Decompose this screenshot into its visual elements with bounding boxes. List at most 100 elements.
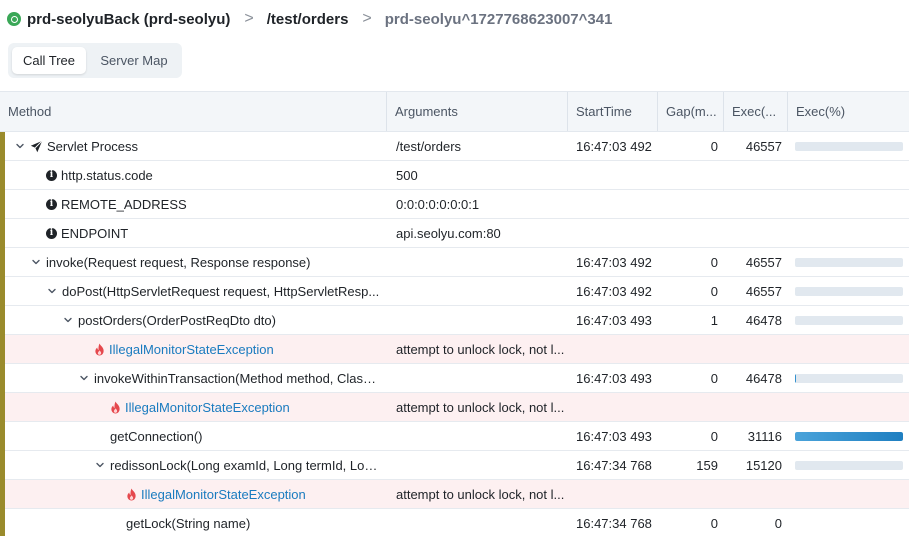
arguments-cell <box>387 509 568 536</box>
chevron-down-icon[interactable] <box>94 459 106 471</box>
exception-row[interactable]: IllegalMonitorStateException attempt to u… <box>0 335 909 364</box>
table-row[interactable]: i REMOTE_ADDRESS 0:0:0:0:0:0:0:1 <box>0 190 909 219</box>
chevron-down-icon[interactable] <box>14 140 26 152</box>
gap-cell: 0 <box>658 422 724 450</box>
arguments-cell <box>387 306 568 334</box>
column-header-exec-pct[interactable]: Exec(%) <box>788 92 909 131</box>
starttime-cell: 16:47:03 493 <box>568 306 658 334</box>
starttime-cell: 16:47:03 492 <box>568 132 658 160</box>
starttime-cell <box>568 335 658 363</box>
starttime-cell-value: 16:47:03 493 <box>576 312 652 328</box>
gap-cell <box>658 190 724 218</box>
method-cell: IllegalMonitorStateException <box>0 480 387 508</box>
exec-cell-value: 15120 <box>745 457 782 473</box>
column-header-starttime[interactable]: StartTime <box>568 92 658 131</box>
arguments-cell-value: /test/orders <box>396 138 462 154</box>
exec-cell-value: 31116 <box>747 428 782 444</box>
arguments-cell <box>387 364 568 392</box>
method-cell: i http.status.code <box>0 161 387 189</box>
exec-cell-value: 46478 <box>745 370 782 386</box>
starttime-cell-value: 16:47:03 492 <box>576 254 652 270</box>
table-row[interactable]: postOrders(OrderPostReqDto dto) 16:47:03 … <box>0 306 909 335</box>
arguments-cell: attempt to unlock lock, not l... <box>387 480 568 508</box>
method-label: ENDPOINT <box>61 225 129 241</box>
arguments-cell: /test/orders <box>387 132 568 160</box>
table-row[interactable]: Servlet Process/test/orders 16:47:03 492 0… <box>0 132 909 161</box>
exception-link[interactable]: IllegalMonitorStateException <box>125 400 290 415</box>
exception-link[interactable]: IllegalMonitorStateException <box>141 487 306 502</box>
column-header-gap[interactable]: Gap(m... <box>658 92 724 131</box>
chevron-down-icon[interactable] <box>46 285 58 297</box>
exec-pct-cell <box>788 132 909 160</box>
table-row[interactable]: doPost(HttpServletRequest request, HttpS… <box>0 277 909 306</box>
exec-pct-bar-fill <box>795 373 797 383</box>
chevron-down-icon[interactable] <box>78 372 90 384</box>
method-cell: doPost(HttpServletRequest request, HttpS… <box>0 277 387 305</box>
fire-icon <box>126 488 141 501</box>
arguments-cell <box>387 451 568 479</box>
exec-cell <box>724 190 788 218</box>
exec-cell <box>724 161 788 189</box>
exec-pct-cell <box>788 335 909 363</box>
table-row[interactable]: invoke(Request request, Response respons… <box>0 248 909 277</box>
view-tabs: Call Tree Server Map <box>8 43 182 78</box>
gap-cell <box>658 219 724 247</box>
breadcrumb-app[interactable]: prd-seolyuBack (prd-seolyu) <box>27 11 230 28</box>
arguments-cell-value: attempt to unlock lock, not l... <box>396 399 565 415</box>
gap-cell-value: 0 <box>710 428 718 444</box>
exec-cell: 46478 <box>724 306 788 334</box>
exec-cell <box>724 480 788 508</box>
exec-pct-bar <box>795 431 903 441</box>
gap-cell-value: 0 <box>710 283 718 299</box>
gap-cell: 0 <box>658 132 724 160</box>
arguments-cell: attempt to unlock lock, not l... <box>387 393 568 421</box>
exec-cell: 0 <box>724 509 788 536</box>
call-tree-grid: Method Arguments StartTime Gap(m... Exec… <box>0 91 909 536</box>
starttime-cell-value: 16:47:34 768 <box>576 515 652 531</box>
gap-cell-value: 0 <box>710 138 718 154</box>
exception-link[interactable]: IllegalMonitorStateException <box>109 342 274 357</box>
info-icon: i <box>46 227 57 239</box>
exec-cell: 46557 <box>724 277 788 305</box>
chevron-right-icon: > <box>244 10 254 27</box>
column-header-exec[interactable]: Exec(... <box>724 92 788 131</box>
exec-pct-cell <box>788 190 909 218</box>
table-row[interactable]: i ENDPOINT api.seolyu.com:80 <box>0 219 909 248</box>
exec-cell-value: 46478 <box>745 312 782 328</box>
exec-cell: 46557 <box>724 248 788 276</box>
table-row[interactable]: getLock(String name) 16:47:34 768 0 0 <box>0 509 909 536</box>
arguments-cell <box>387 422 568 450</box>
exec-cell: 46557 <box>724 132 788 160</box>
arguments-cell <box>387 248 568 276</box>
column-header-arguments[interactable]: Arguments <box>387 92 568 131</box>
gap-cell-value: 0 <box>710 254 718 270</box>
starttime-cell: 16:47:34 768 <box>568 509 658 536</box>
exception-row[interactable]: IllegalMonitorStateException attempt to u… <box>0 393 909 422</box>
chevron-down-icon[interactable] <box>62 314 74 326</box>
exception-row[interactable]: IllegalMonitorStateException attempt to u… <box>0 480 909 509</box>
starttime-cell: 16:47:03 493 <box>568 422 658 450</box>
arguments-cell: 0:0:0:0:0:0:0:1 <box>387 190 568 218</box>
table-row[interactable]: redissonLock(Long examId, Long termId, L… <box>0 451 909 480</box>
starttime-cell: 16:47:03 493 <box>568 364 658 392</box>
tab-call-tree[interactable]: Call Tree <box>12 47 86 74</box>
starttime-cell-value: 16:47:03 492 <box>576 138 652 154</box>
exec-cell: 46478 <box>724 364 788 392</box>
breadcrumb-path[interactable]: /test/orders <box>267 11 349 28</box>
exec-pct-bar <box>795 257 903 267</box>
table-row[interactable]: invokeWithinTransaction(Method method, C… <box>0 364 909 393</box>
column-header-method[interactable]: Method <box>0 92 387 131</box>
table-row[interactable]: getConnection() 16:47:03 493 0 31116 <box>0 422 909 451</box>
method-cell: getConnection() <box>0 422 387 450</box>
gap-cell: 0 <box>658 509 724 536</box>
arguments-cell-value: api.seolyu.com:80 <box>396 225 501 241</box>
gap-cell: 159 <box>658 451 724 479</box>
method-cell: invoke(Request request, Response respons… <box>0 248 387 276</box>
chevron-down-icon[interactable] <box>30 256 42 268</box>
table-row[interactable]: i http.status.code 500 <box>0 161 909 190</box>
method-cell: i REMOTE_ADDRESS <box>0 190 387 218</box>
method-cell: Servlet Process <box>0 132 387 160</box>
exec-cell <box>724 219 788 247</box>
tab-server-map[interactable]: Server Map <box>90 47 178 74</box>
method-label: getLock(String name) <box>126 515 251 531</box>
